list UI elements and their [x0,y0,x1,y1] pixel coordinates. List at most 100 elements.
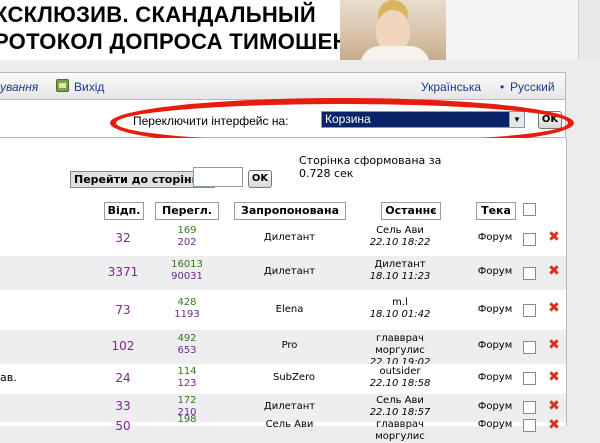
topic-folder[interactable]: Форум [474,304,516,315]
delete-x-icon[interactable]: ✖ [547,399,561,413]
views-count: 16013 90031 [154,259,220,283]
table-row[interactable]: 50 198 Сель Ави главврач моргулис Форум … [0,414,566,442]
replies-count: 73 [115,303,131,317]
views-total: 90031 [171,271,203,282]
language-ukrainian-link[interactable]: Українська [421,80,481,94]
topic-folder[interactable]: Форум [474,401,516,412]
replies-count: 102 [111,339,135,353]
table-row[interactable]: 33 172 210 Дилетант Сель Ави 22.10 18:57… [0,394,566,422]
last-post-user[interactable]: главврач моргулис [350,419,450,443]
last-post[interactable]: m.l 18.10 01:42 [350,297,450,321]
topic-folder[interactable]: Форум [474,266,516,277]
banner-headline[interactable]: КСКЛЮЗИВ. СКАНДАЛЬНЫЙ РОТОКОЛ ДОПРОСА ТИ… [0,0,380,60]
row-checkbox[interactable] [523,267,536,280]
page-generated-info: Сторінка сформована за 0.728 сек [299,154,441,180]
table-row[interactable]: 32 169 202 Дилетант Сель Ави 22.10 18:22… [0,222,566,256]
last-post-user[interactable]: Сель Ави [350,395,450,407]
topic-folder[interactable]: Форум [474,340,516,351]
views-count: 169 202 [154,225,220,249]
row-checkbox[interactable] [523,372,536,385]
table-row[interactable]: ав. 24 114 123 SubZero outsider 22.10 18… [0,364,566,394]
delete-x-icon[interactable]: ✖ [547,230,561,244]
header-views[interactable]: Перегл. [155,202,219,220]
replies-count: 33 [115,399,131,413]
topic-title[interactable]: ав. [0,371,17,384]
last-post[interactable]: главврач моргулис [350,419,450,443]
last-post-date: 18.10 11:23 [369,271,431,282]
delete-x-icon[interactable]: ✖ [547,418,561,432]
views-count: 492 653 [154,333,220,357]
proposed-by[interactable]: SubZero [273,372,315,383]
views-new: 114 [177,366,197,377]
last-post[interactable]: outsider 22.10 18:58 [350,366,450,390]
banner-edge [578,0,600,60]
delete-x-icon[interactable]: ✖ [547,370,561,384]
page-generated-line1: Сторінка сформована за [299,154,442,167]
header-proposed[interactable]: Запропонована [234,202,346,220]
banner-photo[interactable] [340,0,446,60]
table-row[interactable]: 3371 16013 90031 Дилетант Дилетант 18.10… [0,256,566,290]
last-post-user[interactable]: outsider [350,366,450,378]
topic-folder[interactable]: Форум [474,419,516,430]
proposed-by[interactable]: Дилетант [233,266,346,277]
header-last[interactable]: Останнє [381,202,441,220]
views-total: 1193 [174,309,200,320]
delete-x-icon[interactable]: ✖ [547,301,561,315]
views-total: 123 [177,378,197,389]
views-total: 202 [177,237,197,248]
last-post[interactable]: Сель Ави 22.10 18:22 [350,225,450,249]
last-post-date: 18.10 01:42 [369,309,431,320]
header-topic[interactable]: Тека [476,202,516,220]
views-count: 198 [154,414,220,426]
table-row[interactable]: 73 428 1193 Elena m.l 18.10 01:42 Форум … [0,290,566,330]
banner-line-1: КСКЛЮЗИВ. СКАНДАЛЬНЫЙ [0,2,316,27]
replies-count: 3371 [107,265,139,279]
row-checkbox[interactable] [523,341,536,354]
views-count: 114 123 [154,366,220,390]
page-generated-line2: 0.728 сек [299,167,354,180]
last-post[interactable]: Сель Ави 22.10 18:57 [350,395,450,419]
language-russian-link[interactable]: Русский [510,80,555,94]
row-checkbox[interactable] [523,401,536,414]
views-new: 172 [177,395,197,406]
nav-link-partial[interactable]: ування [0,80,38,94]
banner-line-2: РОТОКОЛ ДОПРОСА ТИМОШЕНКО [0,29,380,54]
views-new: 169 [177,225,197,236]
header-replies[interactable]: Відп. [104,202,144,220]
last-post-user[interactable]: главврач моргулис [350,333,450,357]
last-post[interactable]: Дилетант 18.10 11:23 [350,259,450,283]
replies-count: 32 [115,231,131,245]
views-count: 428 1193 [154,297,220,321]
proposed-by[interactable]: Дилетант [233,232,346,243]
row-checkbox[interactable] [523,304,536,317]
replies-count: 24 [115,371,131,385]
views-new: 16013 [171,259,203,270]
goto-page-ok-button[interactable]: OK [248,170,272,188]
topic-folder[interactable]: Форум [474,372,516,383]
views-new: 198 [177,414,197,425]
row-checkbox[interactable] [523,233,536,246]
last-post-user[interactable]: Сель Ави [350,225,450,237]
goto-page-input[interactable] [193,167,243,187]
views-total: 653 [177,345,197,356]
delete-x-icon[interactable]: ✖ [547,338,561,352]
exit-link[interactable]: Вихід [74,80,104,94]
header-banner[interactable]: КСКЛЮЗИВ. СКАНДАЛЬНЫЙ РОТОКОЛ ДОПРОСА ТИ… [0,0,600,64]
proposed-by[interactable]: Pro [233,340,346,351]
last-post-date: 22.10 18:58 [369,378,431,389]
proposed-by[interactable]: Сель Ави [233,419,346,430]
top-navigation: ування Вихід Українська • Русский [0,72,566,100]
last-post-user[interactable]: Дилетант [350,259,450,271]
language-separator: • [500,80,505,94]
proposed-by[interactable]: Дилетант [233,401,346,412]
topic-folder[interactable]: Форум [474,232,516,243]
views-new: 428 [177,297,197,308]
last-post-date: 22.10 18:57 [369,407,431,418]
views-new: 492 [177,333,197,344]
table-row[interactable]: 102 492 653 Pro главврач моргулис 22.10 … [0,330,566,368]
select-all-checkbox[interactable] [523,203,536,216]
last-post-user[interactable]: m.l [350,297,450,309]
delete-x-icon[interactable]: ✖ [547,264,561,278]
proposed-by[interactable]: Elena [233,304,346,315]
exit-door-icon[interactable] [56,79,69,92]
